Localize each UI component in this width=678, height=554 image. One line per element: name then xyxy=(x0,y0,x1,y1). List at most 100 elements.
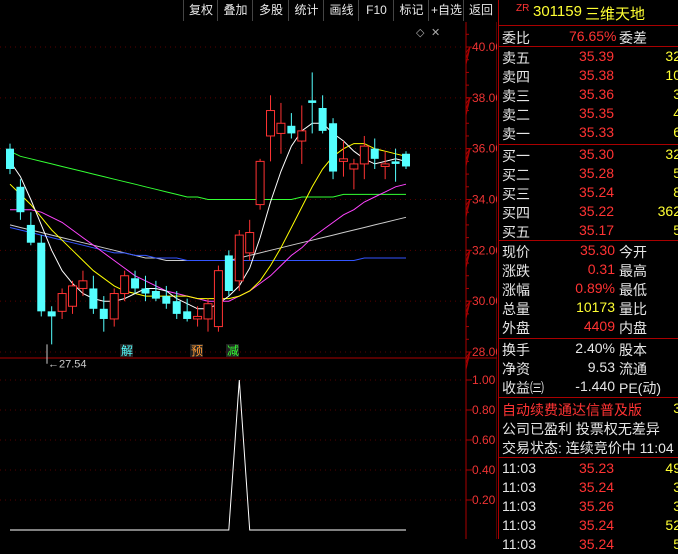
tick-volume: 3 xyxy=(673,479,678,495)
finance-value: 2.40% xyxy=(575,340,615,356)
candle-body-down xyxy=(308,100,317,103)
quote-value: 4409 xyxy=(583,318,615,334)
candle-body-down xyxy=(99,308,108,319)
toolbar-button-5[interactable]: F10 xyxy=(358,0,394,21)
tick-price: 35.24 xyxy=(579,517,615,533)
ask-row: 卖一 35.33 6 xyxy=(499,124,678,142)
ask-label: 卖三 xyxy=(502,88,530,104)
candle-body-up xyxy=(109,293,119,320)
tick-price: 35.23 xyxy=(579,460,615,476)
bid-price: 35.22 xyxy=(579,203,615,219)
stock-badge: ZR xyxy=(516,3,530,14)
ask-price: 35.36 xyxy=(579,86,615,102)
ask-label: 卖二 xyxy=(502,107,530,123)
candle-body-down xyxy=(329,123,338,172)
candle-body-down xyxy=(287,125,296,134)
ask-row: 卖四 35.38 10 xyxy=(499,67,678,85)
indicator-line xyxy=(10,379,406,531)
ask-label: 卖一 xyxy=(502,126,530,142)
weibi-value: 76.65% xyxy=(569,28,617,44)
toolbar-button-1[interactable]: 叠加 xyxy=(217,0,253,21)
toolbar-button-3[interactable]: 统计 xyxy=(288,0,324,21)
toolbar-button-6[interactable]: 标记 xyxy=(393,0,429,21)
price-axis-label: 40.00 xyxy=(472,40,497,54)
candle-body-up xyxy=(255,160,265,206)
quote-row: 总量 10173 量比 xyxy=(499,299,678,317)
ask-volume: 6 xyxy=(673,124,678,140)
bid-row: 买五 35.17 5 xyxy=(499,222,678,240)
ask-row: 卖二 35.35 4 xyxy=(499,105,678,123)
finance-label: 净资 xyxy=(502,361,530,377)
ask-volume: 10 xyxy=(665,67,678,83)
bid-row: 买四 35.22 362 xyxy=(499,203,678,221)
quote-label: 涨幅 xyxy=(502,282,530,298)
bid-volume: 32 xyxy=(665,146,678,162)
panel-divider xyxy=(499,240,678,241)
quote-panel: ZR 301159 三维天地 委比 76.65% 委差 卖五 35.39 32 卖四 35.38 10… xyxy=(498,0,678,552)
bid-volume: 5 xyxy=(673,222,678,238)
finance-label: 换手 xyxy=(502,342,530,358)
finance-value: -1.440 xyxy=(575,378,615,394)
ask-row: 卖三 35.36 3 xyxy=(499,86,678,104)
stock-code: 301159 xyxy=(533,3,582,20)
bid-price: 35.28 xyxy=(579,165,615,181)
toolbar-button-7[interactable]: +自选 xyxy=(428,0,464,21)
ma20-line xyxy=(10,183,407,302)
panel-divider xyxy=(499,457,678,458)
ask-label: 卖四 xyxy=(502,69,530,85)
quote-label-2: 最高 xyxy=(619,263,647,279)
candle-body-up xyxy=(57,293,67,312)
toolbar-button-8[interactable]: 返回 xyxy=(463,0,498,21)
panel-divider xyxy=(499,46,678,47)
bid-price: 35.17 xyxy=(579,222,615,238)
candle-body-down xyxy=(402,153,410,167)
stock-header: ZR 301159 三维天地 xyxy=(499,3,678,23)
toolbar-button-4[interactable]: 画线 xyxy=(323,0,359,21)
finance-label-2: 流通 xyxy=(619,361,647,377)
candle-body-down xyxy=(162,296,171,304)
candle-body-up xyxy=(68,285,78,307)
candle-body-up xyxy=(203,303,213,320)
quote-value: 0.31 xyxy=(587,261,615,277)
candle-body-up xyxy=(78,280,88,289)
quote-label: 总量 xyxy=(502,301,530,317)
quote-row: 涨跌 0.31 最高 xyxy=(499,261,678,279)
tick-row: 11:03 35.24 3 xyxy=(499,479,678,497)
ask-volume: 4 xyxy=(673,105,678,121)
weibi-label: 委比 xyxy=(502,30,530,46)
quote-label-2: 最低 xyxy=(619,282,647,298)
candle-body-down xyxy=(26,224,35,243)
tick-time: 11:03 xyxy=(502,517,536,533)
tick-row: 11:03 35.24 52 xyxy=(499,517,678,535)
finance-row: 净资 9.53 流通 xyxy=(499,359,678,377)
ask-price: 35.38 xyxy=(579,67,615,83)
ask-price: 35.33 xyxy=(579,124,615,140)
candle-body-down xyxy=(224,255,233,291)
quote-value: 0.89% xyxy=(575,280,615,296)
tick-row: 11:03 35.26 3 xyxy=(499,498,678,516)
signal-label: 预 xyxy=(191,344,203,358)
toolbar-button-0[interactable]: 复权 xyxy=(183,0,218,21)
bid-volume: 5 xyxy=(673,165,678,181)
low-price-marker: ←27.54 xyxy=(48,359,87,371)
tick-time: 11:03 xyxy=(502,498,536,514)
indicator-axis-label: 0.60 xyxy=(472,433,496,447)
bid-label: 买四 xyxy=(502,205,530,221)
ma60-line xyxy=(9,216,407,261)
panel-divider xyxy=(499,25,678,26)
quote-row: 外盘 4409 内盘 xyxy=(499,318,678,336)
tick-row: 11:03 35.23 49 xyxy=(499,460,678,478)
bid-row: 买一 35.30 32 xyxy=(499,146,678,164)
stock-name: 三维天地 xyxy=(585,6,646,23)
candle-body-down xyxy=(16,186,25,213)
quote-label-2: 内盘 xyxy=(619,320,647,336)
quote-label: 现价 xyxy=(502,244,530,260)
candle-body-up xyxy=(213,270,223,328)
candle-body-up xyxy=(380,163,390,167)
candle-body-down xyxy=(391,161,400,164)
kline-chart[interactable]: ◇ ✕ 40.00 38.00 36.00 34.00 32.00 30.00 28.00 1.0… xyxy=(0,22,497,539)
weibi-row: 委比 76.65% 委差 xyxy=(499,28,678,46)
toolbar-button-2[interactable]: 多股 xyxy=(252,0,289,21)
ma120-line xyxy=(9,227,406,261)
candle-body-up xyxy=(234,234,244,282)
